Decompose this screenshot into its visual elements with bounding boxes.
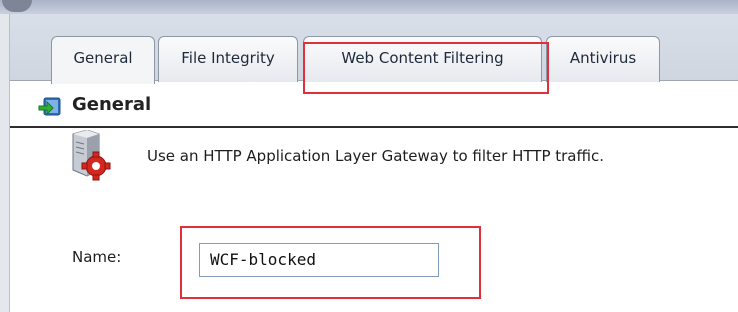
arrow-into-folder-icon: [38, 94, 62, 118]
window: General File Integrity Web Content Filte…: [0, 0, 738, 312]
section-header: General: [10, 86, 738, 128]
tab-web-content-filtering[interactable]: Web Content Filtering: [303, 36, 542, 82]
server-gear-icon: [67, 129, 111, 182]
tab-file-integrity[interactable]: File Integrity: [158, 36, 298, 82]
window-left-border: [0, 14, 10, 312]
tab-antivirus[interactable]: Antivirus: [546, 36, 660, 82]
name-input[interactable]: WCF-blocked: [199, 243, 439, 277]
tab-bar: General File Integrity Web Content Filte…: [10, 14, 738, 94]
app-icon: [2, 0, 32, 12]
title-strip: [0, 0, 738, 15]
tab-general[interactable]: General: [51, 36, 155, 84]
name-label: Name:: [72, 248, 122, 266]
gateway-description: Use an HTTP Application Layer Gateway to…: [147, 147, 605, 165]
section-title: General: [72, 94, 152, 115]
